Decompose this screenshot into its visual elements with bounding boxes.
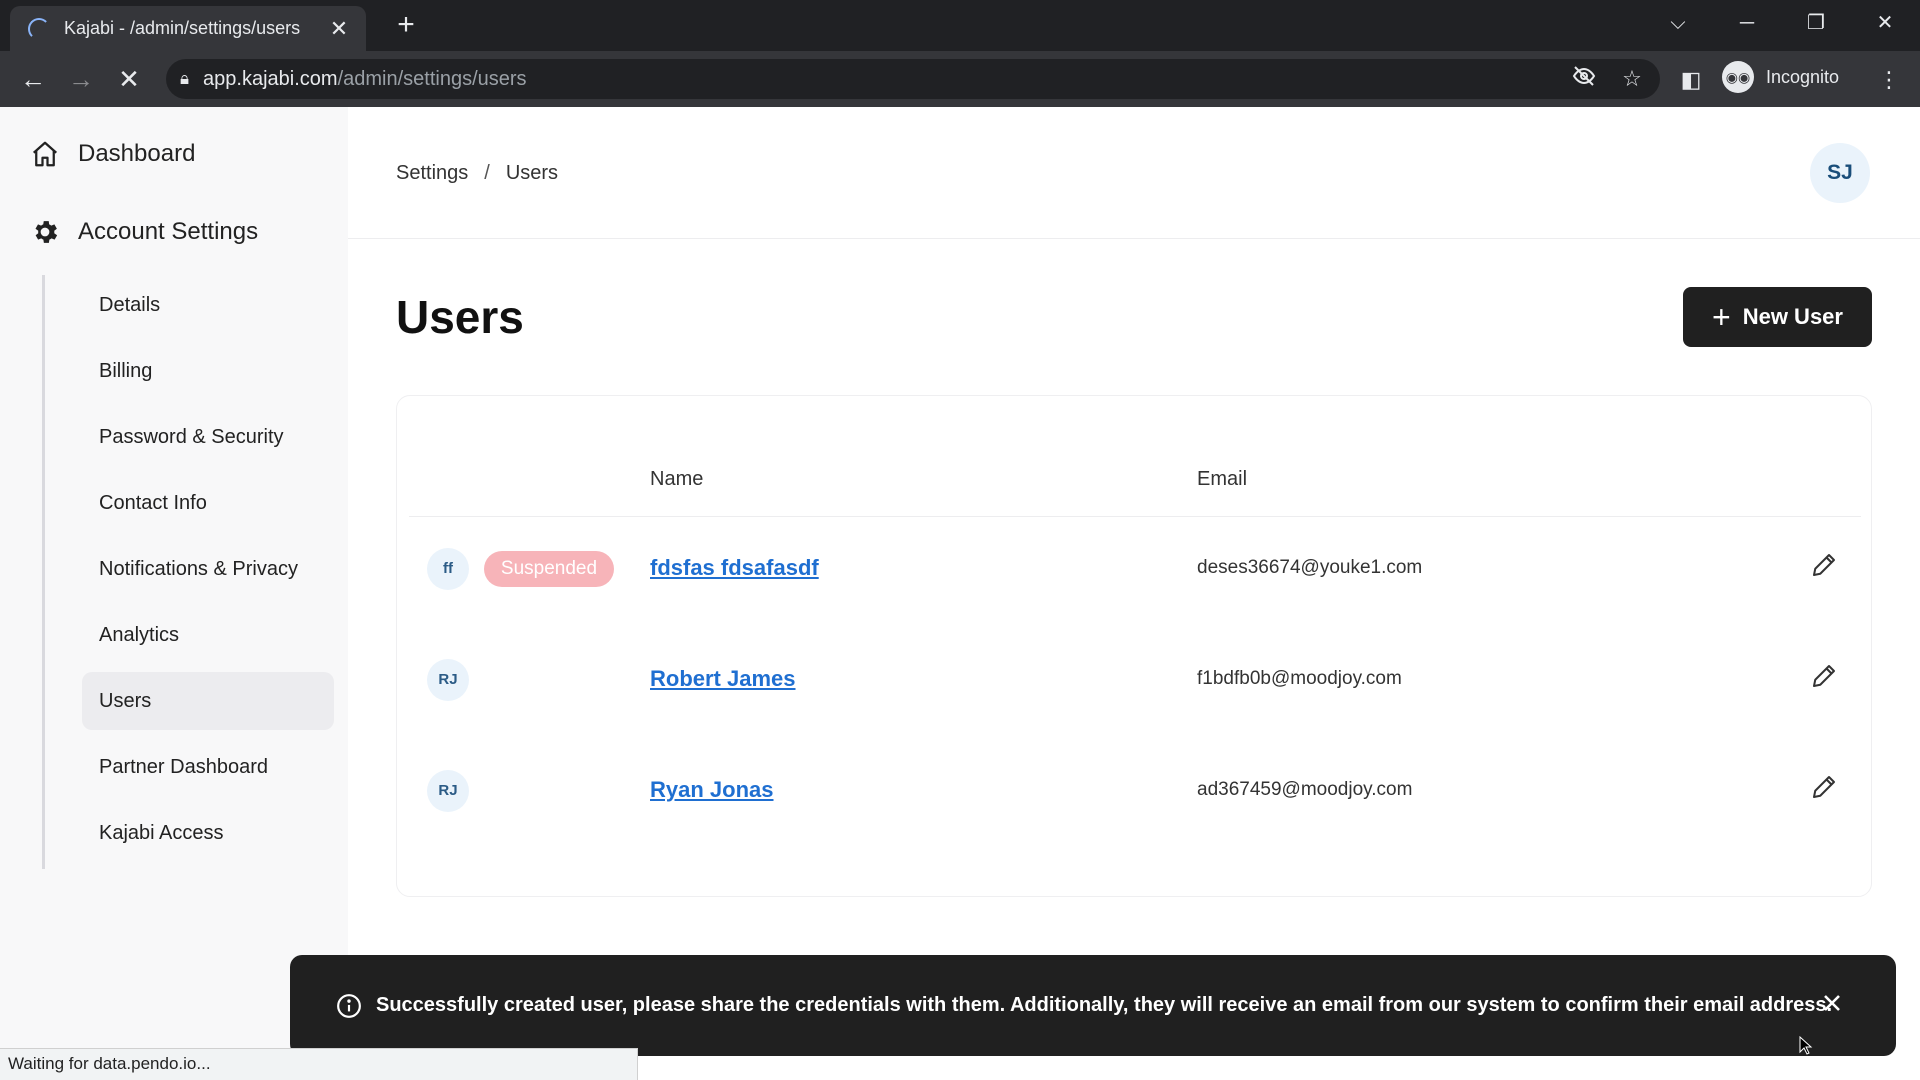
breadcrumb-separator: /	[484, 162, 490, 184]
sidebar-item-label: Password & Security	[99, 425, 284, 448]
side-panel-icon[interactable]: ◧	[1674, 63, 1708, 97]
table-row: ff Suspended fdsfas fdsafasdf deses36674…	[397, 523, 1873, 613]
incognito-indicator[interactable]: ◉◉ Incognito	[1722, 61, 1839, 93]
sidebar-item-analytics[interactable]: Analytics	[82, 606, 334, 664]
sidebar-divider	[42, 275, 45, 869]
sidebar-dashboard-link[interactable]: Dashboard	[28, 137, 195, 171]
mouse-cursor-icon	[1799, 1036, 1813, 1055]
user-name-link[interactable]: Robert James	[650, 666, 796, 692]
address-bar[interactable]: 🔒︎ app.kajabi.com/admin/settings/users ☆	[166, 59, 1660, 99]
sidebar-item-label: Details	[99, 293, 161, 316]
toast-close-icon[interactable]	[1818, 989, 1850, 1021]
sidebar-item-partner-dashboard[interactable]: Partner Dashboard	[82, 738, 334, 796]
sidebar-item-label: Partner Dashboard	[99, 755, 268, 778]
plus-icon: +	[1712, 299, 1731, 335]
browser-toolbar: ← → ✕ 🔒︎ app.kajabi.com/admin/settings/u…	[0, 51, 1920, 107]
bookmark-star-icon[interactable]: ☆	[1617, 64, 1647, 94]
info-icon	[336, 993, 362, 1019]
status-badge: Suspended	[484, 551, 614, 587]
user-name-link[interactable]: Ryan Jonas	[650, 777, 774, 803]
window-close-icon[interactable]: ✕	[1865, 8, 1905, 38]
sidebar-item-label: Contact Info	[99, 491, 207, 514]
sidebar-item-label: Kajabi Access	[99, 821, 224, 844]
url-path: /admin/settings/users	[337, 67, 527, 90]
toast-message: Successfully created user, please share …	[376, 994, 1833, 1016]
restore-icon[interactable]: ❐	[1796, 8, 1836, 38]
page-title: Users	[396, 291, 524, 343]
settings-sidebar: Dashboard Account Settings Details Billi…	[0, 107, 348, 1080]
user-email: f1bdfb0b@moodjoy.com	[1197, 668, 1402, 689]
header-divider	[409, 516, 1861, 517]
tab-close-icon[interactable]: ✕	[326, 16, 352, 42]
sidebar-item-notifications-privacy[interactable]: Notifications & Privacy	[82, 540, 334, 598]
incognito-label: Incognito	[1766, 66, 1840, 87]
breadcrumb-current: Users	[505, 162, 559, 184]
table-row: RJ Ryan Jonas ad367459@moodjoy.com	[397, 745, 1873, 835]
new-user-label: New User	[1742, 304, 1843, 329]
sidebar-item-label: Billing	[99, 359, 153, 382]
sidebar-item-password-security[interactable]: Password & Security	[82, 408, 334, 466]
browser-status-bar: Waiting for data.pendo.io...	[0, 1048, 638, 1080]
sidebar-item-billing[interactable]: Billing	[82, 342, 334, 400]
column-header-name: Name	[650, 468, 704, 490]
row-avatar: RJ	[427, 770, 469, 812]
row-avatar: ff	[427, 548, 469, 590]
browser-tab-bar: Kajabi - /admin/settings/users ✕ + ⌵ ─ ❐…	[0, 0, 1920, 51]
back-icon[interactable]: ←	[16, 63, 50, 97]
url-host: app.kajabi.com	[203, 67, 338, 90]
gear-icon	[28, 215, 62, 249]
account-settings-label: Account Settings	[78, 218, 259, 245]
eye-off-icon[interactable]	[1569, 64, 1599, 94]
breadcrumb: Settings / Users	[396, 162, 558, 185]
dashboard-label: Dashboard	[78, 140, 196, 167]
minimize-icon[interactable]: ─	[1727, 8, 1767, 38]
forward-icon[interactable]: →	[64, 63, 98, 97]
edit-pencil-icon[interactable]	[1809, 661, 1841, 693]
new-user-button[interactable]: + New User	[1683, 287, 1872, 347]
breadcrumb-settings-link[interactable]: Settings	[396, 162, 468, 185]
sidebar-item-kajabi-access[interactable]: Kajabi Access	[82, 804, 334, 862]
new-tab-button[interactable]: +	[390, 10, 422, 42]
sidebar-item-contact-info[interactable]: Contact Info	[82, 474, 334, 532]
sidebar-account-settings[interactable]: Account Settings	[28, 215, 258, 249]
browser-tab[interactable]: Kajabi - /admin/settings/users ✕	[10, 6, 366, 51]
row-avatar: RJ	[427, 659, 469, 701]
loading-spinner-icon	[28, 17, 50, 40]
sidebar-item-label: Analytics	[99, 623, 180, 646]
home-icon	[28, 137, 62, 171]
browser-menu-icon[interactable]: ⋮	[1872, 63, 1906, 97]
edit-pencil-icon[interactable]	[1809, 550, 1841, 582]
page-header: Settings / Users SJ	[348, 107, 1920, 239]
tab-title: Kajabi - /admin/settings/users	[64, 18, 301, 38]
sidebar-item-label: Users	[99, 689, 152, 712]
success-toast: Successfully created user, please share …	[290, 955, 1896, 1056]
user-email: deses36674@youke1.com	[1197, 557, 1423, 578]
incognito-icon: ◉◉	[1722, 61, 1754, 93]
stop-loading-icon[interactable]: ✕	[112, 63, 146, 97]
user-email: ad367459@moodjoy.com	[1197, 779, 1413, 800]
user-name-link[interactable]: fdsfas fdsafasdf	[650, 555, 819, 581]
users-table: Name Email ff Suspended fdsfas fdsafasdf…	[396, 395, 1872, 897]
column-header-email: Email	[1197, 468, 1248, 490]
user-avatar[interactable]: SJ	[1810, 143, 1870, 203]
sidebar-item-label: Notifications & Privacy	[99, 557, 298, 580]
table-row: RJ Robert James f1bdfb0b@moodjoy.com	[397, 634, 1873, 724]
lock-icon: 🔒︎	[180, 69, 190, 88]
edit-pencil-icon[interactable]	[1809, 772, 1841, 804]
tab-search-icon[interactable]: ⌵	[1658, 8, 1698, 38]
sidebar-item-users[interactable]: Users	[82, 672, 334, 730]
sidebar-item-details[interactable]: Details	[82, 276, 334, 334]
